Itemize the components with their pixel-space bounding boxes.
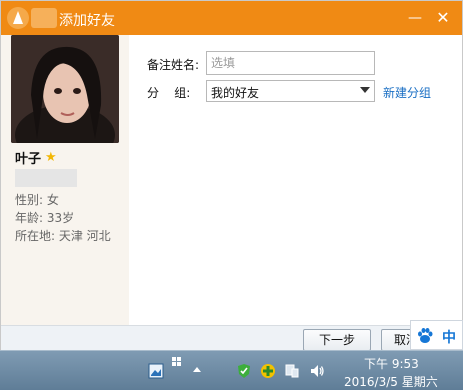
- star-icon: ★: [45, 149, 57, 165]
- location-text: 所在地: 天津 河北: [15, 229, 111, 243]
- next-button[interactable]: 下一步: [303, 329, 371, 351]
- remark-label: 备注姓名:: [147, 58, 200, 72]
- shield-icon[interactable]: [236, 363, 252, 379]
- ime-toolbar[interactable]: 中: [410, 320, 463, 350]
- age-text: 年龄: 33岁: [15, 211, 75, 225]
- clock-time[interactable]: 下午 9:53: [364, 355, 419, 372]
- group-select-value: 我的好友: [211, 86, 260, 100]
- nickname-row: 叶子 ★: [15, 149, 57, 167]
- avatar[interactable]: [11, 35, 119, 143]
- avatar-photo-icon: [11, 35, 119, 143]
- add-friend-dialog: 添加好友 — ✕ 叶子 ★ 性别: 女 年龄: 33岁 所在地: 天津 河北 备…: [0, 0, 463, 351]
- clock-date[interactable]: 2016/3/5 星期六: [344, 373, 438, 390]
- windows-flag-icon[interactable]: [172, 357, 182, 367]
- baidu-paw-icon: [418, 328, 433, 343]
- ime-mode-label[interactable]: 中: [442, 327, 456, 347]
- volume-icon[interactable]: [309, 363, 325, 379]
- minimize-button[interactable]: —: [405, 8, 425, 28]
- gender-text: 性别: 女: [15, 193, 59, 207]
- picture-icon[interactable]: [148, 363, 164, 379]
- close-button[interactable]: ✕: [433, 8, 453, 28]
- nickname: 叶子: [15, 151, 42, 167]
- title-avatar-blur: [31, 8, 57, 28]
- group-label: 分 组:: [147, 86, 191, 100]
- network-icon[interactable]: [284, 363, 300, 379]
- chevron-down-icon[interactable]: [360, 87, 370, 93]
- group-select[interactable]: 我的好友: [206, 80, 375, 102]
- titlebar[interactable]: 添加好友 — ✕: [1, 1, 462, 35]
- window-title: 添加好友: [59, 13, 115, 29]
- show-hidden-icons-icon[interactable]: [193, 367, 201, 372]
- app-logo-icon: [7, 7, 29, 29]
- security-plus-icon[interactable]: [260, 363, 276, 379]
- account-id-blur: [15, 169, 77, 187]
- remark-input[interactable]: [206, 51, 375, 75]
- new-group-link[interactable]: 新建分组: [383, 84, 431, 101]
